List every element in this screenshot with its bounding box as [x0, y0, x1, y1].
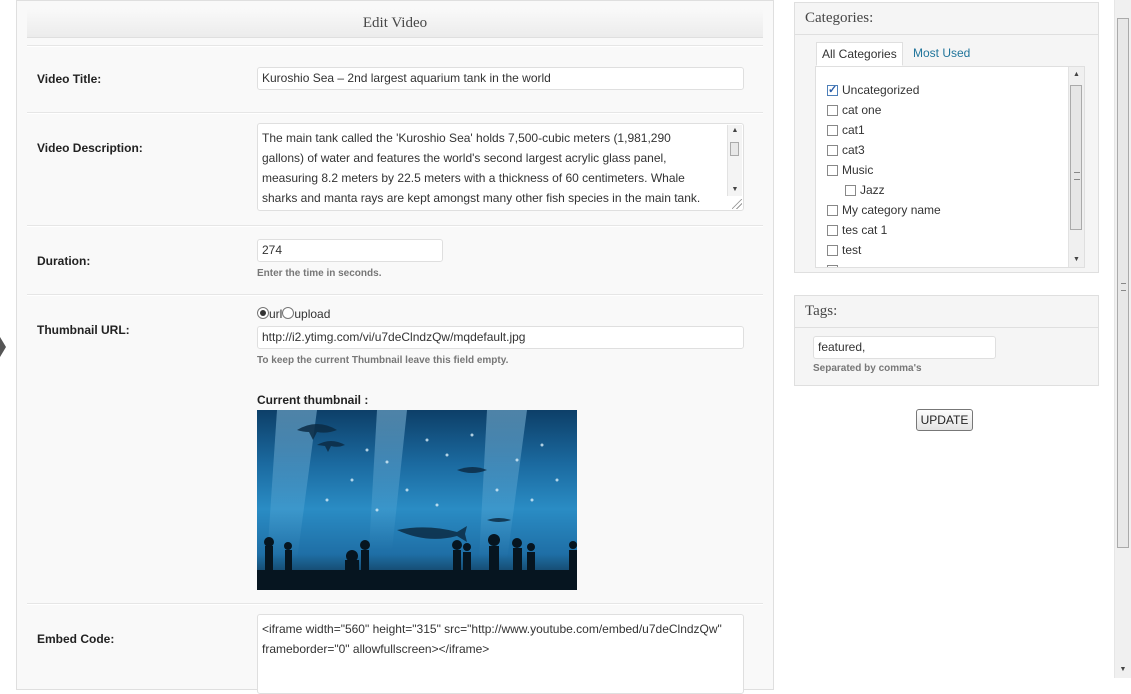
category-checkbox[interactable]	[827, 225, 838, 236]
embed-code-label: Embed Code:	[37, 632, 115, 646]
thumbnail-hint: To keep the current Thumbnail leave this…	[257, 355, 509, 366]
category-item-cat3[interactable]: cat3	[827, 143, 865, 157]
row-divider	[27, 603, 763, 605]
embed-line: <iframe width="560" height="315" src="ht…	[262, 622, 722, 636]
collapse-arrow-icon[interactable]	[0, 337, 6, 357]
category-checkbox[interactable]	[827, 165, 838, 176]
thumbnail-url-label: Thumbnail URL:	[37, 323, 130, 337]
category-item-jazz[interactable]: Jazz	[845, 183, 885, 197]
embed-code-textarea[interactable]: <iframe width="560" height="315" src="ht…	[257, 614, 744, 694]
aquarium-illustration	[257, 410, 577, 590]
description-line: sharks and manta rays are kept amongst m…	[262, 191, 701, 205]
video-title-input[interactable]: Kuroshio Sea – 2nd largest aquarium tank…	[257, 67, 744, 90]
tab-all-categories[interactable]: All Categories	[816, 42, 903, 66]
url-radio[interactable]	[257, 307, 269, 319]
category-list-scrollbar[interactable]: ▲ ▼	[1068, 67, 1084, 267]
row-divider	[27, 112, 763, 114]
update-button[interactable]: UPDATE	[916, 409, 973, 431]
current-thumbnail-label: Current thumbnail :	[257, 393, 369, 407]
scroll-thumb[interactable]	[1070, 85, 1082, 230]
category-item-my-category-name[interactable]: My category name	[827, 203, 941, 217]
url-radio-label[interactable]: url	[269, 307, 282, 321]
scroll-down-arrow-icon[interactable]: ▼	[728, 184, 742, 196]
category-checklist: Uncategorized cat one cat1 cat3 Music Ja…	[815, 66, 1085, 268]
row-divider	[27, 45, 763, 47]
duration-hint: Enter the time in seconds.	[257, 268, 382, 279]
category-item-test[interactable]: test	[827, 243, 861, 257]
checkmark-icon[interactable]	[827, 83, 838, 97]
scroll-thumb[interactable]	[730, 142, 739, 156]
category-checkbox[interactable]	[827, 125, 838, 136]
category-checkbox[interactable]	[827, 105, 838, 116]
scroll-down-arrow-icon[interactable]: ▼	[1069, 252, 1084, 267]
thumbnail-source-radios: url upload	[257, 307, 330, 321]
scroll-up-arrow-icon[interactable]: ▲	[1069, 67, 1084, 82]
tags-box: Tags: featured, Separated by comma's	[794, 295, 1099, 386]
video-description-textarea[interactable]: The main tank called the 'Kuroshio Sea' …	[257, 123, 744, 211]
tags-hint: Separated by comma's	[813, 363, 922, 374]
category-checkbox[interactable]	[827, 205, 838, 216]
panel-title: Edit Video	[27, 9, 763, 38]
description-line: The main tank called the 'Kuroshio Sea' …	[262, 131, 671, 145]
description-scrollbar[interactable]: ▲ ▼	[727, 125, 742, 196]
video-title-label: Video Title:	[37, 72, 102, 86]
categories-box: Categories: All Categories Most Used Unc…	[794, 2, 1099, 273]
categories-title: Categories:	[805, 10, 874, 26]
categories-divider	[795, 34, 1098, 35]
category-checkbox[interactable]	[827, 245, 838, 256]
category-item-cat-one[interactable]: cat one	[827, 103, 881, 117]
tags-input[interactable]: featured,	[813, 336, 996, 359]
upload-radio-label[interactable]: upload	[294, 307, 330, 321]
upload-radio[interactable]	[282, 307, 295, 319]
video-description-label: Video Description:	[37, 141, 143, 155]
thumbnail-url-input[interactable]: http://i2.ytimg.com/vi/u7deClndzQw/mqdef…	[257, 326, 744, 349]
category-checkbox[interactable]	[827, 265, 838, 267]
tab-most-used[interactable]: Most Used	[908, 42, 975, 64]
category-item-tes-cat-1[interactable]: tes cat 1	[827, 223, 887, 237]
category-checkbox[interactable]	[845, 185, 856, 196]
category-item-music[interactable]: Music	[827, 163, 873, 177]
duration-input[interactable]: 274	[257, 239, 443, 262]
page-scroll-thumb[interactable]	[1117, 18, 1129, 548]
description-line: gallons) of water and features the world…	[262, 151, 667, 165]
tags-divider	[795, 327, 1098, 328]
current-thumbnail-image	[257, 410, 577, 590]
duration-label: Duration:	[37, 254, 91, 268]
row-divider	[27, 294, 763, 296]
category-item-cat1[interactable]: cat1	[827, 123, 865, 137]
page-scrollbar[interactable]: ▼	[1114, 0, 1131, 678]
tags-title: Tags:	[805, 303, 838, 319]
category-checkbox[interactable]	[827, 145, 838, 156]
scroll-down-arrow-icon[interactable]: ▼	[1115, 662, 1131, 678]
description-line: measuring 8.2 meters by 22.5 meters with…	[262, 171, 685, 185]
row-divider	[27, 225, 763, 227]
resize-grip-icon[interactable]	[732, 199, 742, 209]
embed-line: frameborder="0" allowfullscreen></iframe…	[262, 642, 490, 656]
scroll-up-arrow-icon[interactable]: ▲	[728, 125, 742, 137]
category-item-partial[interactable]	[827, 263, 842, 267]
category-item-uncategorized[interactable]: Uncategorized	[827, 83, 919, 97]
